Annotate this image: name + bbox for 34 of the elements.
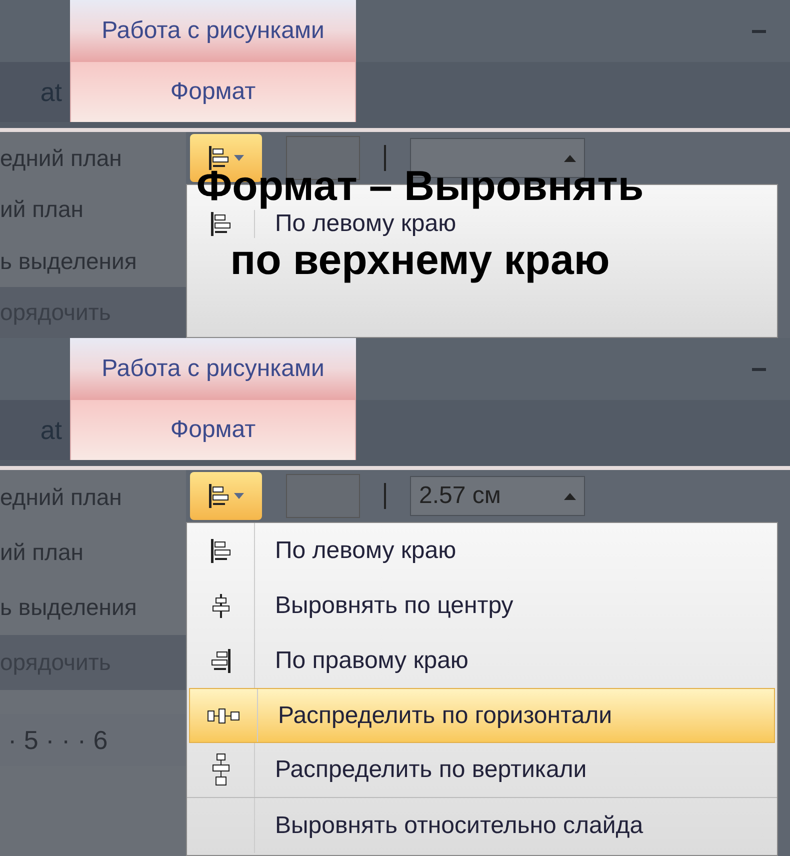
minimize-icon[interactable] <box>752 30 766 32</box>
ribbon-command[interactable]: ий план <box>0 525 186 580</box>
menu-item[interactable]: Выровнять по центру <box>187 578 777 633</box>
height-field[interactable]: 2.57 см <box>410 476 585 516</box>
ribbon-command[interactable]: ий план <box>0 184 186 235</box>
ribbon-tab[interactable]: Формат <box>70 62 356 122</box>
ribbon-tab[interactable]: Формат <box>70 400 356 460</box>
menu-item[interactable]: По левому краю <box>187 210 777 238</box>
ribbon-command[interactable]: едний план <box>0 132 186 184</box>
distribute-vertical-icon <box>212 753 230 787</box>
menu-item[interactable]: Выровнять относительно слайда <box>187 798 777 853</box>
menu-item[interactable]: По левому краю <box>187 523 777 578</box>
menu-item[interactable]: Распределить по горизонтали <box>189 688 775 743</box>
distribute-horizontal-icon <box>206 708 240 724</box>
ribbon-command[interactable]: ь выделения <box>0 235 186 286</box>
menu-item[interactable]: Распределить по вертикали <box>187 743 777 798</box>
picture-size-icon <box>286 474 360 518</box>
align-right-icon <box>210 648 232 674</box>
align-left-icon <box>208 483 230 509</box>
context-tab-header: Работа с рисунками <box>70 0 356 62</box>
minimize-icon[interactable] <box>752 368 766 370</box>
height-value: 2.57 см <box>419 481 501 511</box>
ribbon-command[interactable]: едний план <box>0 470 186 525</box>
context-tab-header: Работа с рисунками <box>70 338 356 400</box>
align-left-icon <box>210 211 232 237</box>
caret-icon <box>234 493 244 499</box>
align-center-icon <box>210 592 232 618</box>
caret-icon <box>234 155 244 161</box>
align-dropdown-button[interactable] <box>190 472 262 520</box>
spin-up-icon[interactable] <box>564 154 576 162</box>
slide-title-line: по верхнему краю <box>230 238 610 282</box>
align-left-icon <box>210 538 232 564</box>
spin-up-icon[interactable] <box>564 492 576 500</box>
ribbon-command[interactable]: ь выделения <box>0 580 186 635</box>
